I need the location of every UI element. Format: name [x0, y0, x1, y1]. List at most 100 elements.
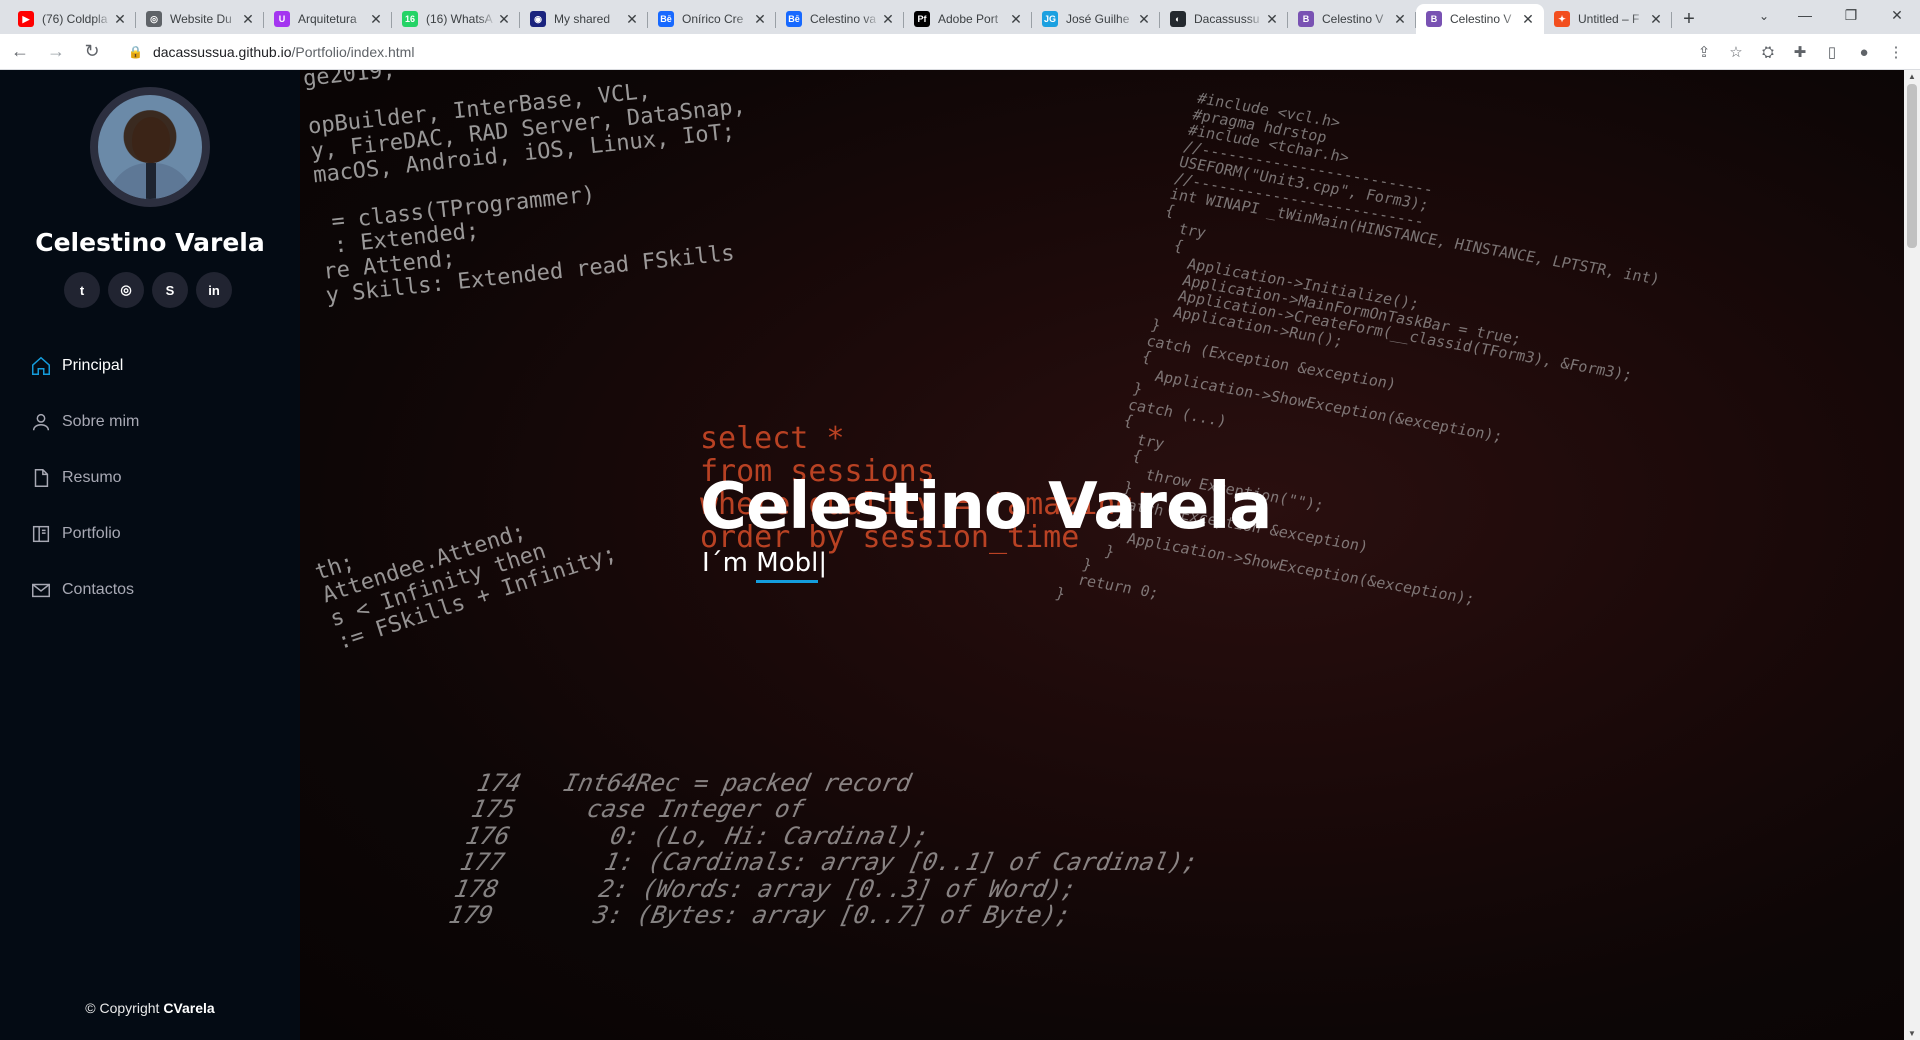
tab-close-icon[interactable]: ✕: [752, 11, 768, 28]
envelope-icon: [30, 579, 52, 601]
page-scrollbar[interactable]: ▲ ▼: [1904, 70, 1920, 1040]
tab-close-icon[interactable]: ✕: [1136, 11, 1152, 28]
copyright: © Copyright CVarela: [0, 1000, 300, 1016]
sidebar-item-portfolio[interactable]: Portfolio: [30, 506, 139, 562]
tab-favicon-icon: ◉: [530, 11, 546, 27]
browser-tab[interactable]: JG José Guilhe ✕: [1032, 4, 1160, 34]
minimize-icon[interactable]: —: [1782, 0, 1828, 30]
tab-close-icon[interactable]: ✕: [880, 11, 896, 28]
bg-code-left-lower: th; Attendee.Attend; s < Infinity then :…: [304, 519, 620, 655]
side-panel-icon[interactable]: ▯: [1816, 36, 1848, 68]
tab-favicon-icon: B: [1298, 11, 1314, 27]
tab-title: Celestino V: [1322, 12, 1384, 26]
sidebar-item-resumo[interactable]: Resumo: [30, 450, 139, 506]
tab-close-icon[interactable]: ✕: [1392, 11, 1408, 28]
hero-section: ge2019; opBuilder, InterBase, VCL, y, Fi…: [300, 70, 1904, 1040]
new-tab-button[interactable]: +: [1672, 4, 1706, 34]
close-window-icon[interactable]: ✕: [1874, 0, 1920, 30]
avatar: [90, 87, 210, 207]
hero-subtitle-prefix: I´m: [702, 548, 748, 578]
browser-tab[interactable]: B Celestino V ✕: [1416, 4, 1544, 34]
scrollbar-thumb[interactable]: [1907, 84, 1917, 248]
sidebar-item-principal[interactable]: Principal: [30, 338, 139, 394]
tab-close-icon[interactable]: ✕: [240, 11, 256, 28]
browser-tab[interactable]: ◉ My shared ✕: [520, 4, 648, 34]
tab-title: Untitled – F: [1578, 12, 1640, 26]
scroll-up-icon[interactable]: ▲: [1908, 72, 1916, 81]
book-icon: [30, 523, 52, 545]
restore-icon[interactable]: ❐: [1828, 0, 1874, 30]
social-links: t ◎ Sin: [64, 272, 232, 308]
tab-close-icon[interactable]: ✕: [1264, 11, 1280, 28]
url-host: dacassussua.github.io: [152, 43, 292, 60]
tab-favicon-icon: ◎: [146, 11, 162, 27]
tab-close-icon[interactable]: ✕: [368, 11, 384, 28]
hero-subtitle: I´m Mobl|: [702, 548, 827, 583]
tab-title: Dacassussu: [1194, 12, 1260, 26]
copyright-prefix: © Copyright: [85, 1000, 160, 1016]
tab-search-icon[interactable]: ⌄: [1750, 4, 1778, 28]
linkedin-icon[interactable]: in: [196, 272, 232, 308]
typed-text: Mobl: [756, 548, 819, 583]
browser-tab[interactable]: ✦ Untitled – F ✕: [1544, 4, 1672, 34]
forward-icon[interactable]: →: [40, 36, 72, 68]
sidebar-item-contactos[interactable]: Contactos: [30, 562, 139, 618]
browser-tab[interactable]: Pf Adobe Port ✕: [904, 4, 1032, 34]
bg-code-left: ge2019; opBuilder, InterBase, VCL, y, Fi…: [301, 70, 747, 309]
instagram-icon[interactable]: ◎: [108, 272, 144, 308]
browser-tab[interactable]: ◐ Dacassussu ✕: [1160, 4, 1288, 34]
tab-close-icon[interactable]: ✕: [112, 11, 128, 28]
scroll-down-icon[interactable]: ▼: [1908, 1029, 1916, 1038]
tab-favicon-icon: ✦: [1554, 11, 1570, 27]
tab-close-icon[interactable]: ✕: [1648, 11, 1664, 28]
twitter-icon[interactable]: t: [64, 272, 100, 308]
sidebar-item-sobre-mim[interactable]: Sobre mim: [30, 394, 139, 450]
menu-icon[interactable]: ⋮: [1880, 36, 1912, 68]
sidebar-item-label: Resumo: [62, 469, 122, 486]
sidebar-item-label: Portfolio: [62, 525, 121, 542]
tab-close-icon[interactable]: ✕: [624, 11, 640, 28]
copyright-name: CVarela: [163, 1000, 215, 1016]
tab-title: Arquitetura: [298, 12, 357, 26]
share-icon[interactable]: ⇪: [1688, 36, 1720, 68]
puzzle-icon[interactable]: ✚: [1784, 36, 1816, 68]
browser-tab[interactable]: Bē Celestino va ✕: [776, 4, 904, 34]
tab-favicon-icon: 16: [402, 11, 418, 27]
tab-title: Website Du: [170, 12, 232, 26]
page-viewport: Celestino Varela t ◎ Sin Principal Sobre mi…: [0, 70, 1920, 1040]
reload-icon[interactable]: ↻: [76, 36, 108, 68]
back-icon[interactable]: ←: [4, 36, 36, 68]
tab-favicon-icon: Bē: [786, 11, 802, 27]
address-bar[interactable]: 🔒 dacassussua.github.io/Portfolio/index.…: [116, 37, 1736, 66]
tab-title: Adobe Port: [938, 12, 999, 26]
bookmark-star-icon[interactable]: ☆: [1720, 36, 1752, 68]
tab-close-icon[interactable]: ✕: [496, 11, 512, 28]
browser-tab[interactable]: Bē Onírico Cre ✕: [648, 4, 776, 34]
profile-icon[interactable]: ●: [1848, 36, 1880, 68]
tab-title: My shared: [554, 12, 611, 26]
bg-code-right: #include <vcl.h> #pragma hdrstop #includ…: [1053, 89, 1662, 608]
tab-title: Celestino va: [810, 12, 877, 26]
home-icon: [30, 355, 52, 377]
browser-tab[interactable]: U Arquitetura ✕: [264, 4, 392, 34]
browser-tab[interactable]: ▶ (76) Coldpla ✕: [8, 4, 136, 34]
tab-title: Celestino V: [1450, 12, 1512, 26]
tab-title: (76) Coldpla: [42, 12, 108, 26]
tab-list: ▶ (76) Coldpla ✕ ◎ Website Du ✕ U Arquitetura ✕ 1…: [8, 4, 1672, 34]
skype-icon[interactable]: S: [152, 272, 188, 308]
browser-toolbar: ← → ↻ 🔒 dacassussua.github.io/Portfolio/…: [0, 34, 1920, 70]
extension-icon[interactable]: ⛭: [1752, 36, 1784, 68]
hero-title: Celestino Varela: [700, 470, 1272, 544]
tab-favicon-icon: U: [274, 11, 290, 27]
tab-close-icon[interactable]: ✕: [1008, 11, 1024, 28]
browser-tab[interactable]: 16 (16) WhatsA ✕: [392, 4, 520, 34]
tab-favicon-icon: ◐: [1170, 11, 1186, 27]
tab-close-icon[interactable]: ✕: [1520, 11, 1536, 28]
profile-name: Celestino Varela: [35, 228, 265, 257]
file-icon: [30, 467, 52, 489]
browser-tab[interactable]: ◎ Website Du ✕: [136, 4, 264, 34]
tab-favicon-icon: B: [1426, 11, 1442, 27]
window-controls: — ❐ ✕: [1782, 0, 1920, 30]
tab-title: José Guilhe: [1066, 12, 1130, 26]
browser-tab[interactable]: B Celestino V ✕: [1288, 4, 1416, 34]
